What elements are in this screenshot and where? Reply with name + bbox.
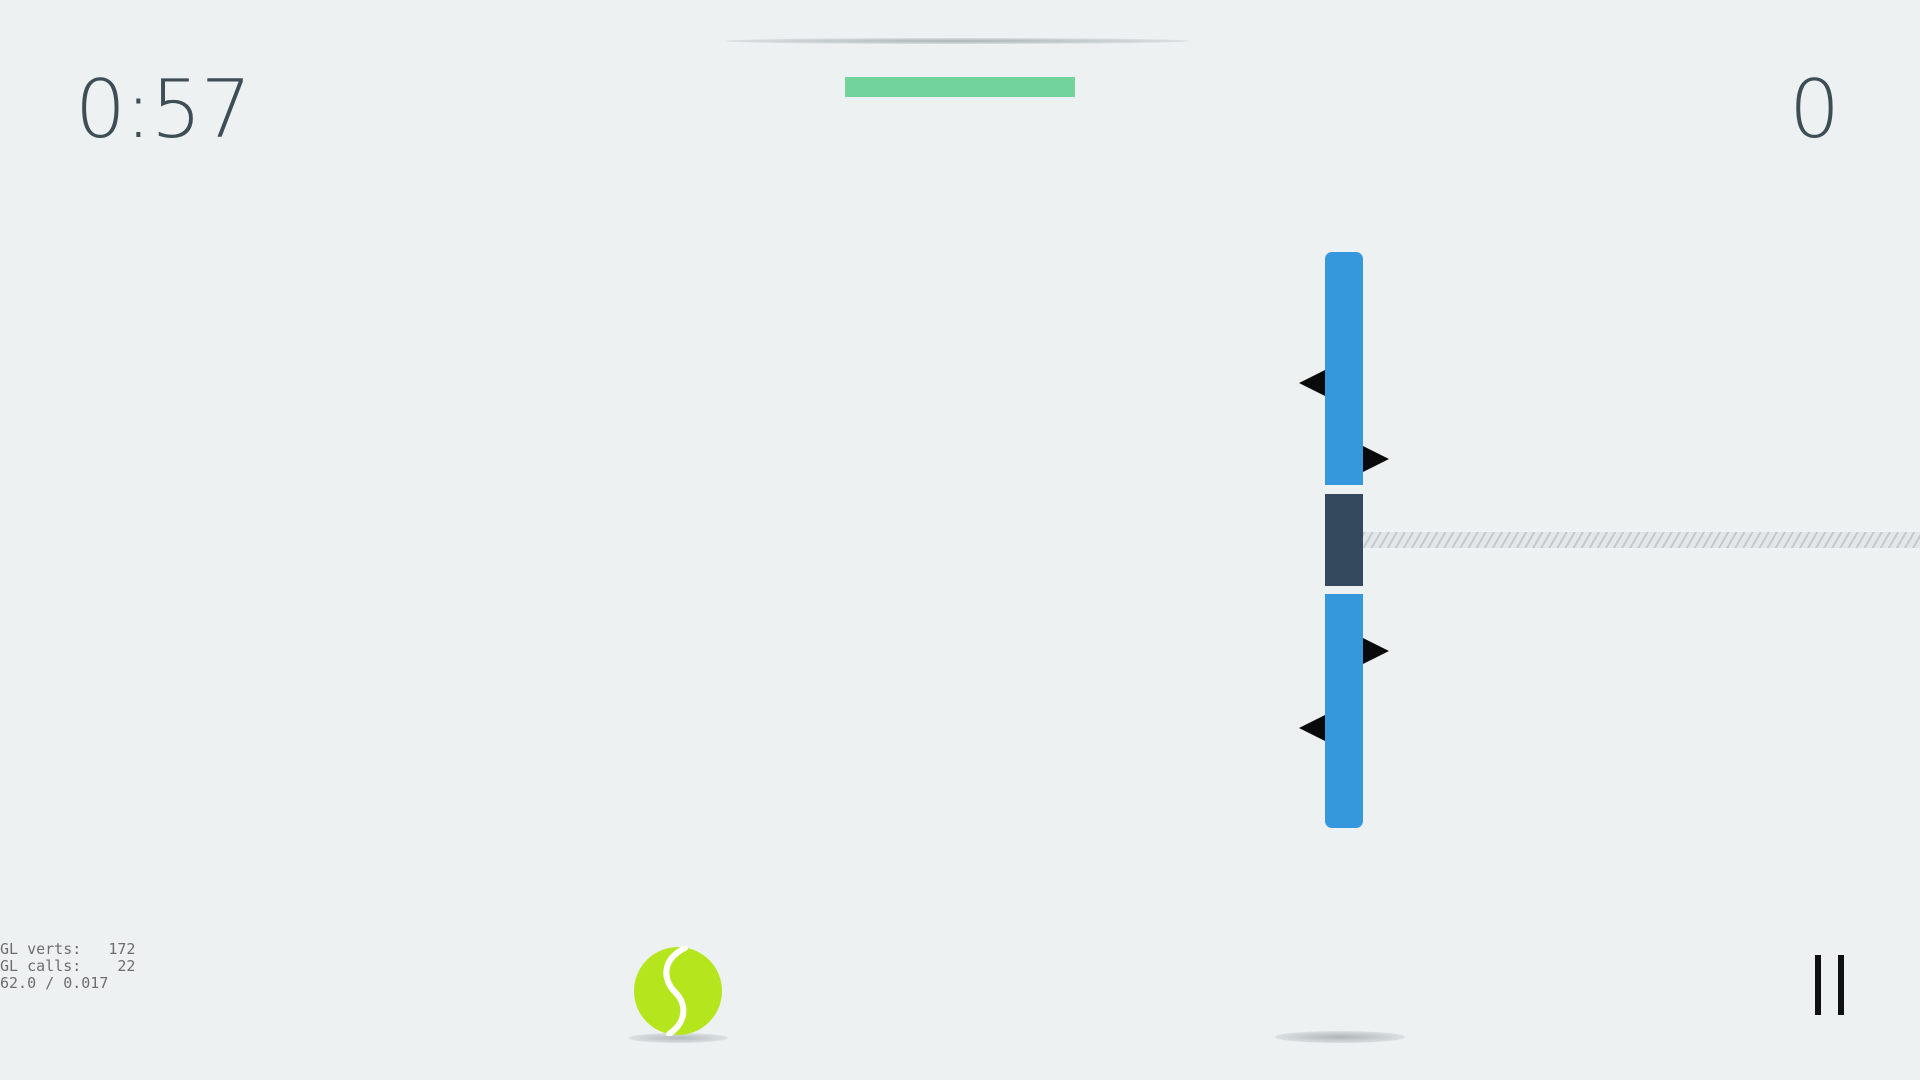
pole-lower-segment — [1325, 594, 1363, 828]
top-platform-shadow — [725, 38, 1190, 44]
progress-bar — [845, 77, 1075, 97]
score-display: 0 — [1789, 63, 1840, 156]
spike-left-upper — [1299, 370, 1325, 396]
timer-display: 0:57 — [75, 63, 252, 156]
debug-overlay: GL verts: 172 GL calls: 22 62.0 / 0.017 — [0, 941, 135, 992]
hatched-track — [1363, 532, 1920, 548]
pole-gap-block — [1325, 494, 1363, 586]
debug-line-verts: GL verts: 172 — [0, 940, 136, 958]
debug-line-fps: 62.0 / 0.017 — [0, 974, 109, 992]
pause-button[interactable] — [1805, 950, 1855, 1020]
spike-right-lower — [1363, 638, 1389, 664]
spike-left-lower — [1299, 715, 1325, 741]
spike-right-upper — [1363, 446, 1389, 472]
tennis-ball-icon — [633, 945, 723, 1037]
pole-upper-segment — [1325, 252, 1363, 485]
ground-shadow — [1275, 1031, 1405, 1043]
progress-bar-fill — [845, 77, 1075, 97]
game-stage[interactable]: 0:57 0 GL verts: 172 GL calls: 22 62.0 / 0… — [0, 0, 1920, 1080]
debug-line-calls: GL calls: 22 — [0, 957, 136, 975]
